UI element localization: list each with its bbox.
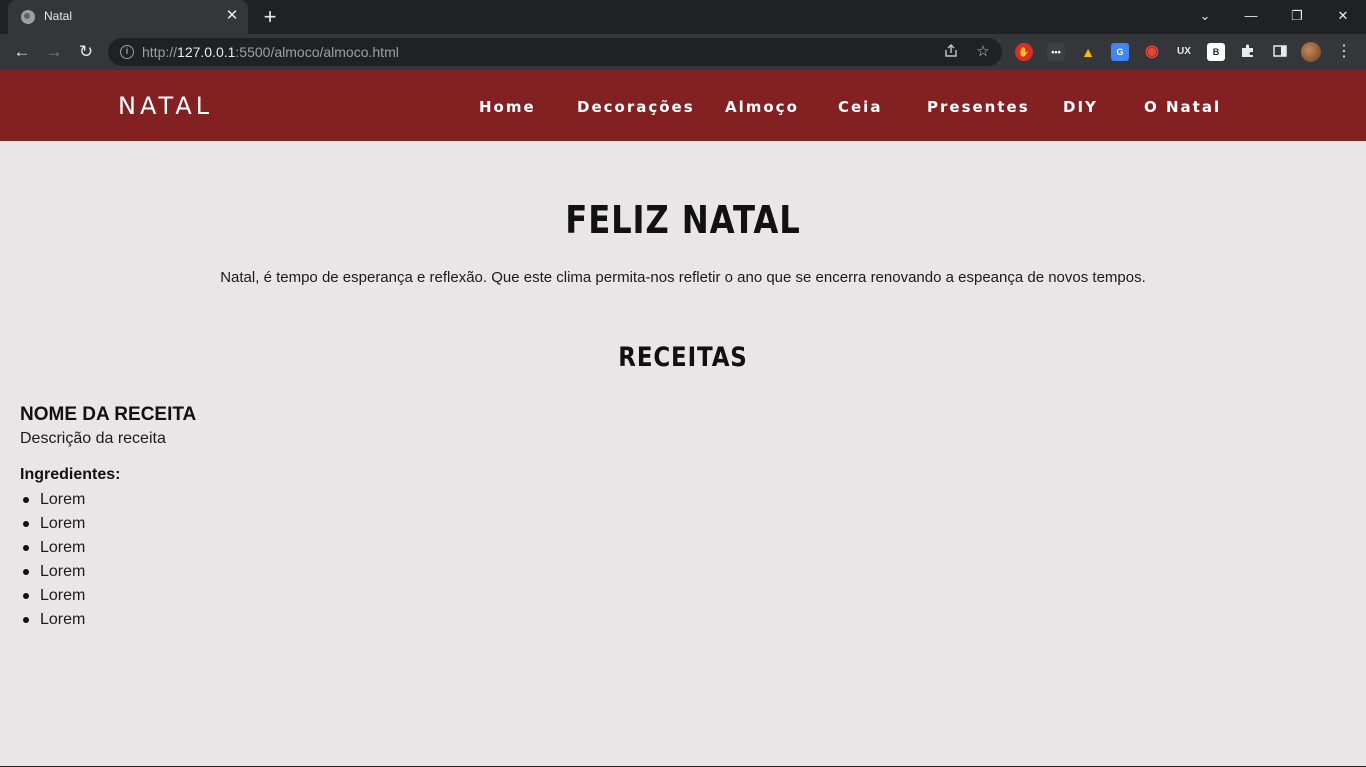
ingredient-item: Lorem (20, 512, 85, 536)
site-logo[interactable]: NATAL (118, 92, 213, 120)
tab-close-icon[interactable]: ✕ (223, 7, 241, 25)
recipe-name: NOME DA RECEITA (20, 404, 197, 425)
nav-link-almoco[interactable]: Almoço (725, 98, 799, 116)
recipe-description: Descrição da receita (20, 430, 166, 447)
nav-link-o-natal[interactable]: O Natal (1144, 98, 1221, 116)
side-panel-icon[interactable] (1271, 43, 1289, 61)
share-icon[interactable] (942, 43, 960, 61)
ingredient-item: Lorem (20, 560, 85, 584)
site-header: NATAL Home Decorações Almoço Ceia Presen… (0, 70, 1366, 141)
extensions-puzzle-icon[interactable] (1239, 43, 1257, 61)
forward-button[interactable]: → (42, 41, 66, 63)
nav-link-decoracoes[interactable]: Decorações (577, 98, 695, 116)
browser-menu-icon[interactable]: ⋮ (1334, 41, 1354, 63)
minimize-button[interactable]: — (1228, 0, 1274, 32)
back-button[interactable]: ← (10, 41, 34, 63)
nav-link-home[interactable]: Home (479, 98, 536, 116)
url-text[interactable]: http://127.0.0.1:5500/almoco/almoco.html (142, 44, 399, 60)
ingredient-item: Lorem (20, 608, 85, 632)
ingredients-list: Lorem Lorem Lorem Lorem Lorem Lorem (20, 488, 85, 632)
b-extension-icon[interactable]: B (1207, 43, 1225, 61)
page-viewport: NATAL Home Decorações Almoço Ceia Presen… (0, 70, 1366, 766)
ingredient-item: Lorem (20, 536, 85, 560)
nav-link-diy[interactable]: DIY (1063, 98, 1098, 116)
restore-button[interactable]: ❐ (1274, 0, 1320, 32)
browser-tab-strip: Natal ✕ + ⌄ — ❐ ✕ (0, 0, 1366, 34)
page-title: FELIZ NATAL (565, 198, 801, 242)
ux-extension-icon[interactable]: UX (1175, 43, 1193, 61)
reload-button[interactable]: ↻ (74, 41, 98, 63)
password-extension-icon[interactable]: ••• (1047, 43, 1065, 61)
site-info-icon[interactable]: i (120, 45, 134, 59)
ingredient-item: Lorem (20, 488, 85, 512)
new-tab-button[interactable]: + (258, 6, 282, 28)
intro-text: Natal, é tempo de esperança e reflexão. … (220, 269, 1146, 286)
browser-toolbar: ← → ↻ i http://127.0.0.1:5500/almoco/alm… (0, 34, 1366, 70)
ingredients-label: Ingredientes: (20, 466, 121, 483)
drive-extension-icon[interactable]: ▲ (1079, 43, 1097, 61)
nav-link-presentes[interactable]: Presentes (927, 98, 1030, 116)
color-extension-icon[interactable]: ◉ (1143, 43, 1161, 61)
adblock-extension-icon[interactable]: ✋ (1015, 43, 1033, 61)
ingredient-item: Lorem (20, 584, 85, 608)
browser-tab[interactable]: Natal ✕ (8, 0, 248, 34)
tab-title: Natal (44, 9, 73, 23)
profile-avatar[interactable] (1301, 42, 1321, 62)
close-window-button[interactable]: ✕ (1320, 0, 1366, 32)
nav-link-ceia[interactable]: Ceia (838, 98, 882, 116)
address-bar[interactable]: i http://127.0.0.1:5500/almoco/almoco.ht… (108, 38, 1002, 66)
section-title: RECEITAS (618, 342, 748, 373)
globe-icon (21, 10, 35, 24)
translate-extension-icon[interactable]: G (1111, 43, 1129, 61)
bookmark-star-icon[interactable]: ☆ (974, 43, 992, 61)
tab-search-icon[interactable]: ⌄ (1182, 0, 1228, 32)
